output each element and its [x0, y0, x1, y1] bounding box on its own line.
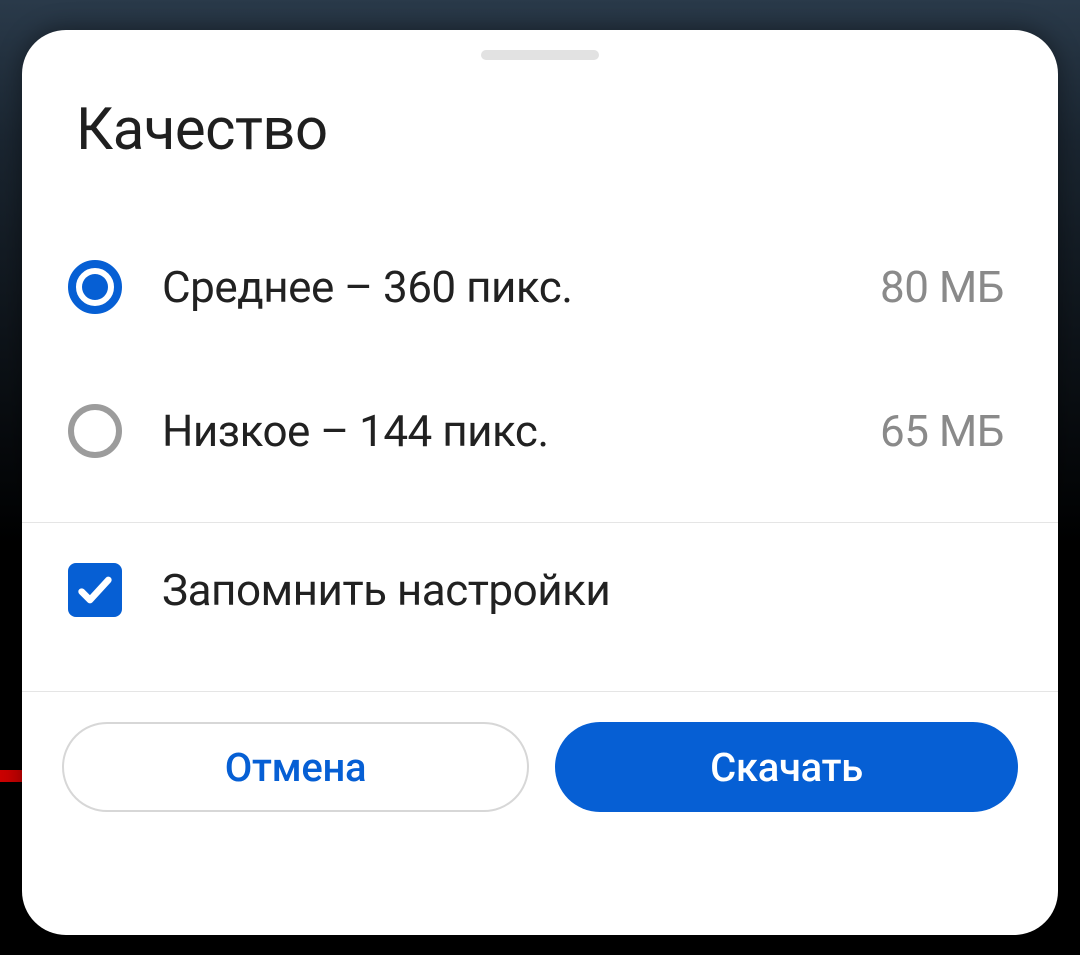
- option-size: 80 МБ: [880, 261, 1004, 313]
- download-button[interactable]: Скачать: [555, 722, 1018, 812]
- quality-options: Среднее – 360 пикс. 80 МБ Низкое – 144 п…: [22, 230, 1058, 488]
- remember-settings-row[interactable]: Запомнить настройки: [22, 523, 1058, 657]
- sheet-title: Качество: [22, 96, 1058, 164]
- option-size: 65 МБ: [880, 405, 1004, 457]
- option-label: Низкое – 144 пикс.: [162, 405, 840, 457]
- remember-label: Запомнить настройки: [162, 564, 610, 616]
- radio-unselected-icon: [68, 404, 122, 458]
- quality-option-medium[interactable]: Среднее – 360 пикс. 80 МБ: [22, 230, 1058, 344]
- cancel-button[interactable]: Отмена: [62, 722, 529, 812]
- option-label: Среднее – 360 пикс.: [162, 261, 840, 313]
- radio-selected-icon: [68, 260, 122, 314]
- drag-handle[interactable]: [481, 50, 599, 60]
- quality-option-low[interactable]: Низкое – 144 пикс. 65 МБ: [22, 374, 1058, 488]
- quality-bottom-sheet: Качество Среднее – 360 пикс. 80 МБ Низко…: [22, 30, 1058, 935]
- checkbox-checked-icon: [68, 563, 122, 617]
- action-row: Отмена Скачать: [22, 692, 1058, 848]
